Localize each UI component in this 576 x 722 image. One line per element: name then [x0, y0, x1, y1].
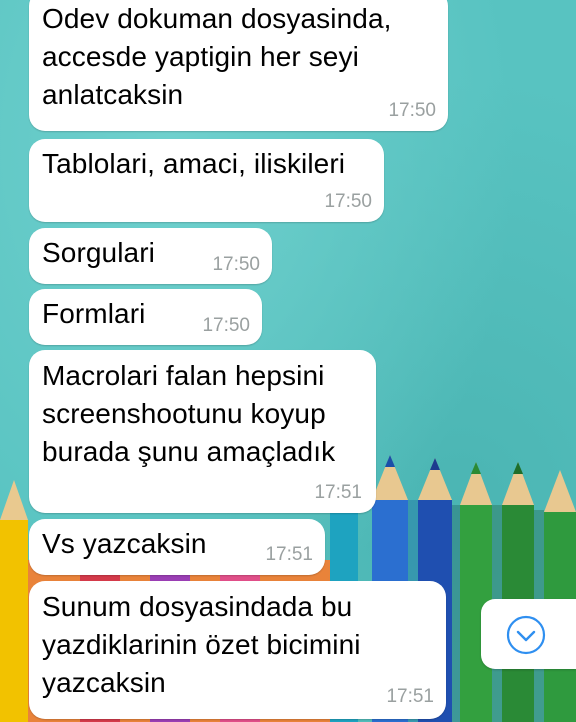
scroll-to-bottom-button[interactable] — [481, 599, 576, 669]
message-time: 17:51 — [386, 686, 434, 707]
message-bubble[interactable]: Tablolari, amaci, iliskileri 17:50 — [29, 139, 384, 222]
message-text: Odev dokuman dosyasinda, accesde yaptigi… — [42, 3, 392, 110]
message-bubble[interactable]: Sunum dosyasindada bu yazdiklarinin özet… — [29, 581, 446, 719]
message-time: 17:50 — [202, 315, 250, 336]
message-bubble[interactable]: Odev dokuman dosyasinda, accesde yaptigi… — [29, 0, 448, 131]
message-text: Sorgulari — [42, 237, 155, 268]
message-time: 17:51 — [314, 482, 362, 503]
message-bubble[interactable]: Macrolari falan hepsini screenshootunu k… — [29, 350, 376, 513]
message-text: Macrolari falan hepsini screenshootunu k… — [42, 360, 336, 467]
message-text: Tablolari, amaci, iliskileri — [42, 148, 346, 179]
message-time: 17:50 — [212, 254, 260, 275]
message-time: 17:50 — [324, 191, 372, 212]
message-text: Sunum dosyasindada bu yazdiklarinin özet… — [42, 591, 361, 698]
message-bubble[interactable]: Sorgulari 17:50 — [29, 228, 272, 284]
message-time: 17:50 — [388, 100, 436, 121]
message-text: Vs yazcaksin — [42, 528, 207, 559]
message-text: Formlari — [42, 298, 146, 329]
message-bubble[interactable]: Vs yazcaksin 17:51 — [29, 519, 325, 575]
chevron-down-icon — [506, 615, 546, 655]
message-bubble[interactable]: Formlari 17:50 — [29, 289, 262, 345]
message-time: 17:51 — [265, 544, 313, 565]
